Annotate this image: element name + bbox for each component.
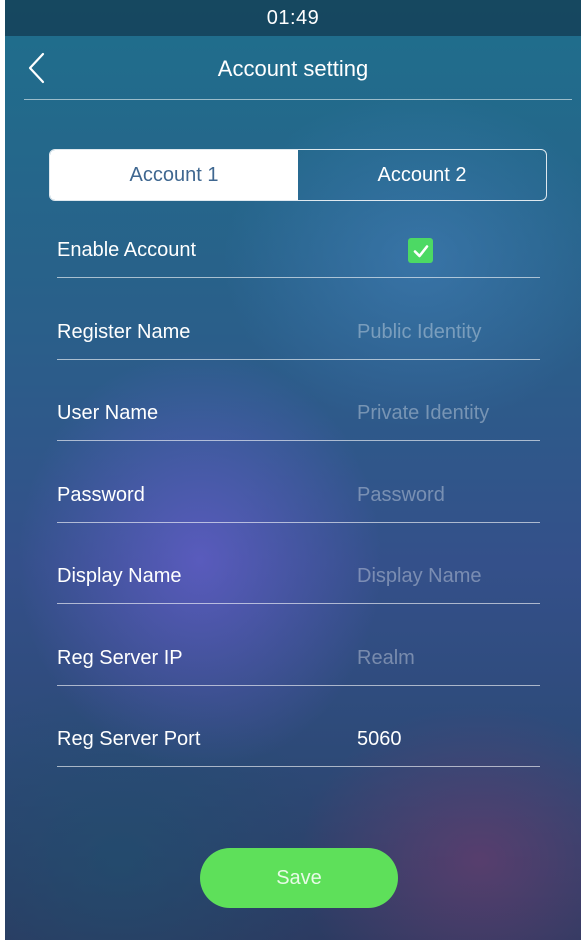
reg-server-ip-label: Reg Server IP bbox=[57, 647, 183, 669]
row-divider bbox=[57, 359, 540, 360]
user-name-label: User Name bbox=[57, 402, 159, 424]
enable-account-checkbox[interactable] bbox=[408, 238, 433, 263]
page-title: Account setting bbox=[217, 56, 369, 81]
row-divider bbox=[57, 685, 540, 686]
row-divider bbox=[57, 603, 540, 604]
top-bar: Account setting bbox=[5, 36, 581, 100]
register-name-label: Register Name bbox=[57, 321, 191, 343]
display-name-input[interactable]: Display Name bbox=[357, 566, 481, 586]
frame-edge-left bbox=[0, 0, 5, 940]
tab-account-2[interactable]: Account 2 bbox=[298, 150, 546, 200]
password-input[interactable]: Password bbox=[357, 485, 445, 505]
password-row: Password Password bbox=[57, 485, 540, 523]
header-divider bbox=[24, 99, 572, 100]
register-name-row: Register Name Public Identity bbox=[57, 322, 540, 360]
checkmark-icon bbox=[413, 244, 428, 257]
row-divider bbox=[57, 522, 540, 523]
reg-server-ip-row: Reg Server IP Realm bbox=[57, 648, 540, 686]
reg-server-ip-input[interactable]: Realm bbox=[357, 648, 415, 668]
account-setting-screen: 01:49 Account setting Account 1 Account … bbox=[0, 0, 586, 940]
register-name-input[interactable]: Public Identity bbox=[357, 322, 482, 342]
status-bar: 01:49 bbox=[5, 0, 581, 36]
reg-server-port-input[interactable]: 5060 bbox=[357, 729, 402, 749]
row-divider bbox=[57, 277, 540, 278]
reg-server-port-row: Reg Server Port 5060 bbox=[57, 729, 540, 767]
user-name-row: User Name Private Identity bbox=[57, 403, 540, 441]
enable-account-label: Enable Account bbox=[57, 239, 196, 261]
display-name-row: Display Name Display Name bbox=[57, 566, 540, 604]
password-label: Password bbox=[57, 484, 145, 506]
enable-account-row: Enable Account bbox=[57, 238, 540, 278]
row-divider bbox=[57, 440, 540, 441]
tab-account-1[interactable]: Account 1 bbox=[50, 150, 298, 200]
frame-edge-right bbox=[581, 0, 586, 940]
account-tabs: Account 1 Account 2 bbox=[49, 149, 547, 201]
save-button[interactable]: Save bbox=[200, 848, 398, 908]
display-name-label: Display Name bbox=[57, 565, 182, 587]
row-divider bbox=[57, 766, 540, 767]
reg-server-port-label: Reg Server Port bbox=[57, 728, 201, 750]
status-time: 01:49 bbox=[266, 6, 320, 29]
user-name-input[interactable]: Private Identity bbox=[357, 403, 489, 423]
